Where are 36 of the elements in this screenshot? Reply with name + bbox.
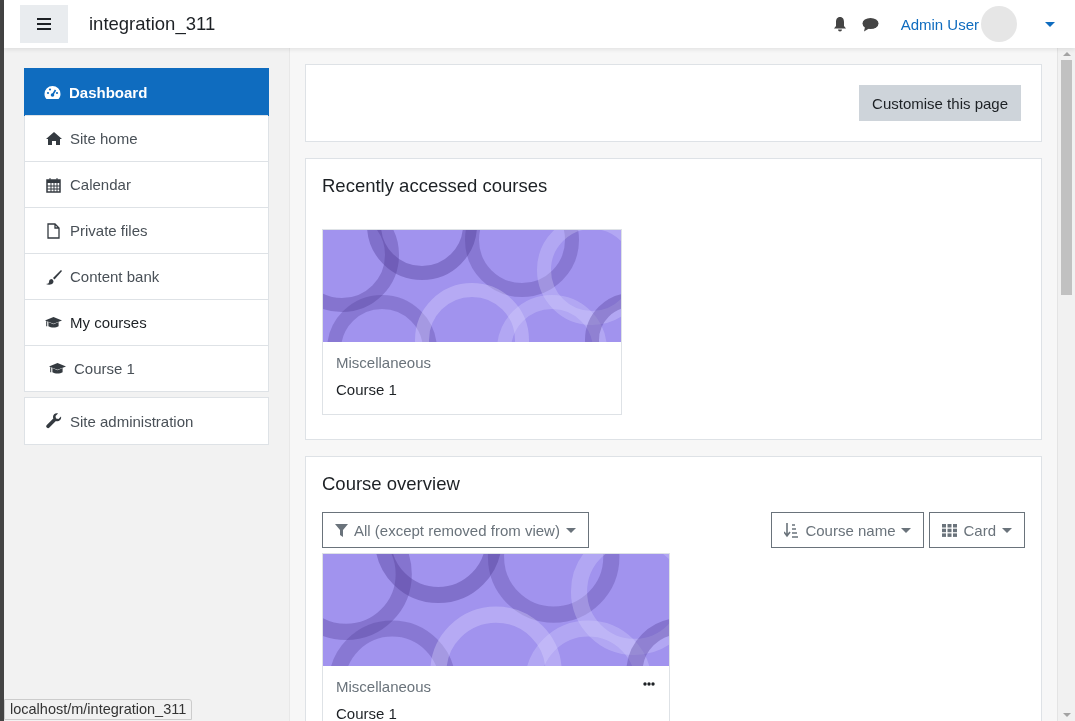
view-dropdown[interactable]: Card [929, 512, 1025, 548]
nav-item[interactable]: Dashboard [24, 68, 269, 116]
menu-icon [37, 18, 51, 30]
file-icon [47, 222, 60, 239]
course-menu-button[interactable] [643, 682, 655, 686]
wrench-icon [45, 413, 62, 429]
caret-icon [901, 527, 912, 533]
course-name-link[interactable]: Course 1 [336, 705, 397, 721]
ellipsis-icon [643, 682, 655, 686]
menu-button[interactable] [20, 5, 68, 43]
calendar-icon [46, 176, 61, 193]
filter-icon [335, 523, 348, 537]
customise-page-button[interactable]: Customise this page [859, 85, 1021, 121]
site-name[interactable]: integration_311 [89, 13, 216, 35]
graduation-cap-icon [49, 361, 66, 376]
filter-dropdown[interactable]: All (except removed from view) [322, 512, 589, 548]
course-category: Miscellaneous [336, 678, 432, 695]
course-category: Miscellaneous [336, 354, 432, 371]
caret-icon [565, 527, 576, 533]
caret-icon [1045, 21, 1055, 27]
user-name[interactable]: Admin User [900, 15, 979, 33]
scrollbar-thumb[interactable] [1061, 60, 1072, 295]
home-icon [45, 132, 62, 145]
grid-icon [942, 523, 958, 537]
dashboard-icon [44, 84, 61, 100]
block-title: Recently accessed courses [322, 175, 549, 197]
status-url: localhost/m/integration_311 [4, 699, 193, 720]
sort-dropdown[interactable]: Course name [771, 512, 925, 548]
chat-bubble-icon[interactable] [861, 16, 879, 32]
sort-icon [784, 522, 800, 538]
caret-icon [1002, 527, 1012, 533]
brush-icon [45, 268, 62, 285]
block-title: Course overview [322, 473, 461, 495]
bell-icon[interactable] [831, 16, 848, 32]
graduation-cap-icon [45, 315, 62, 330]
course-name-link[interactable]: Course 1 [336, 381, 397, 398]
